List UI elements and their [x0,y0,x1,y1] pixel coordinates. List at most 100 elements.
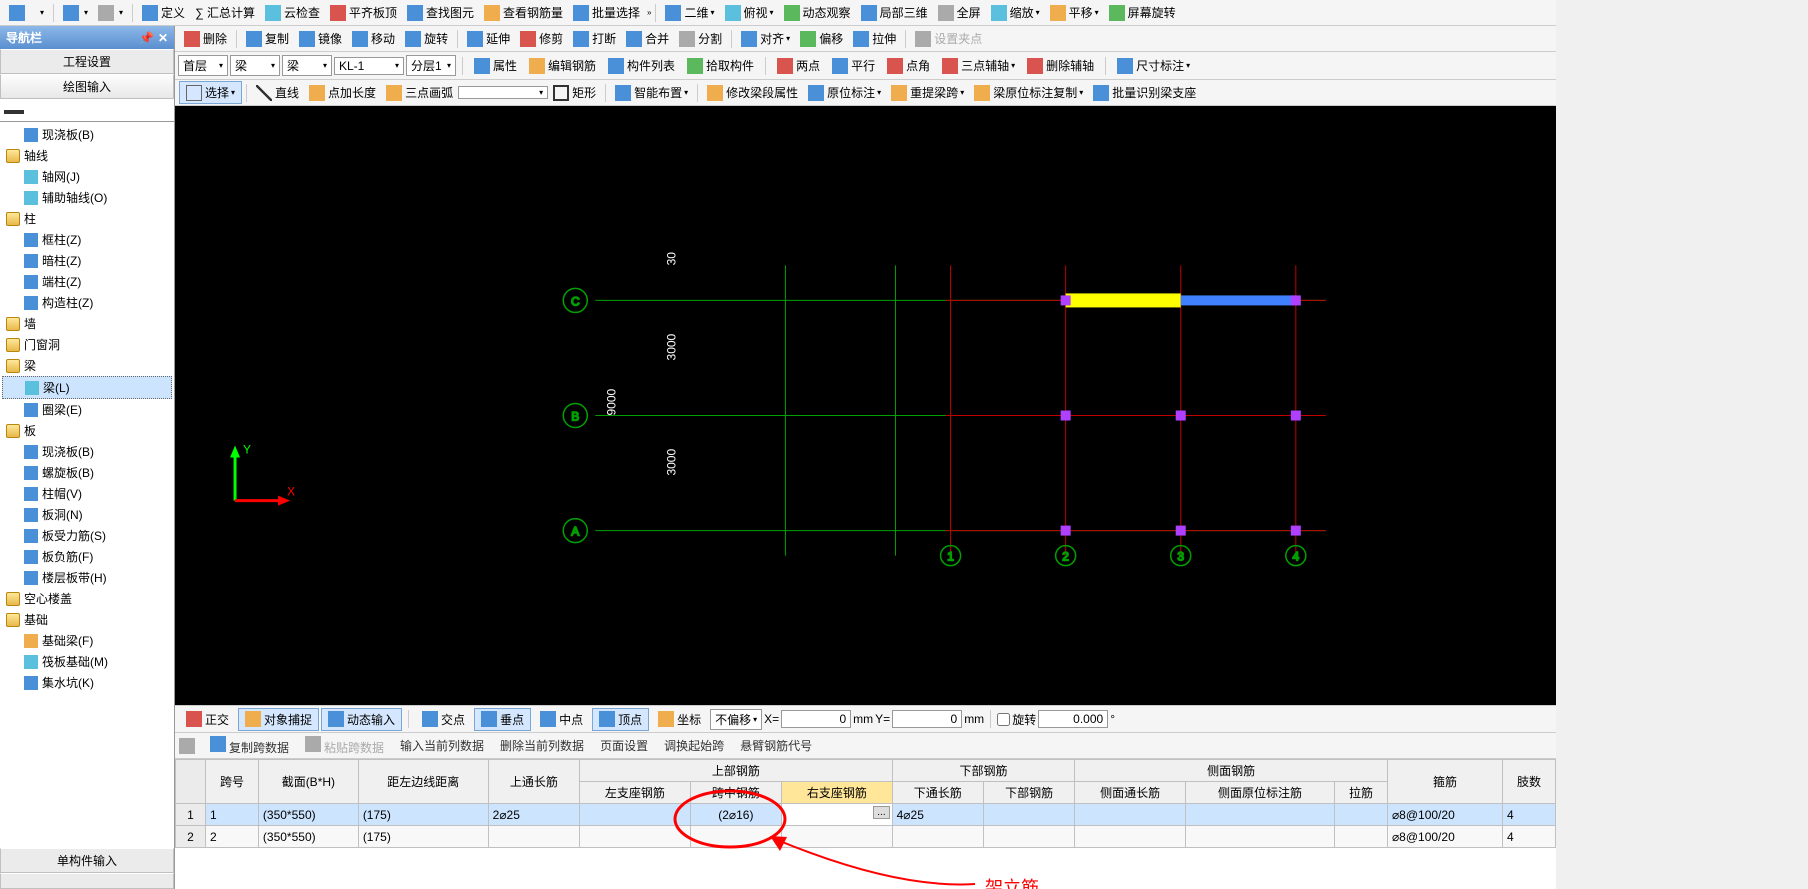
tree-item[interactable]: 梁 [2,355,172,376]
col-limb[interactable]: 肢数 [1503,760,1556,804]
type-select[interactable]: 梁▾ [282,55,332,76]
cell[interactable] [1185,804,1334,826]
floor-select[interactable]: 首层▾ [178,55,228,76]
col-upper-through[interactable]: 上通长筋 [488,760,579,804]
parallel-btn[interactable]: 平行 [828,55,879,76]
col-upper-group[interactable]: 上部钢筋 [580,760,893,782]
member-select[interactable]: KL-1▾ [334,57,404,75]
cell[interactable]: 1 [206,804,259,826]
offset-select[interactable]: 不偏移▾ [710,709,762,730]
insitu-label-btn[interactable]: 原位标注▾ [804,82,885,103]
align-btn[interactable]: 对齐▾ [737,28,794,49]
col-side-group[interactable]: 侧面钢筋 [1075,760,1388,782]
modify-beam-btn[interactable]: 修改梁段属性 [703,82,802,103]
redo-icon[interactable]: ▾ [94,3,127,23]
cell[interactable] [984,804,1075,826]
col-side-origin[interactable]: 侧面原位标注筋 [1185,782,1334,804]
cell[interactable] [1185,826,1334,848]
tree-item[interactable]: 螺旋板(B) [2,462,172,483]
cell[interactable] [1335,804,1388,826]
coord-btn[interactable]: 坐标 [651,708,708,731]
cell[interactable]: 4 [1503,826,1556,848]
cell[interactable] [690,826,781,848]
break-btn[interactable]: 打断 [569,28,620,49]
move-btn[interactable]: 移动 [348,28,399,49]
col-span[interactable]: 跨号 [206,760,259,804]
pin-icon[interactable]: 📌 [139,31,154,45]
dynamic-toggle[interactable]: 动态输入 [321,708,402,731]
close-icon[interactable]: ✕ [158,31,168,45]
col-lower-rebar[interactable]: 下部钢筋 [984,782,1075,804]
paste-span-btn[interactable]: 粘贴跨数据 [301,734,388,758]
cell-right-support[interactable] [782,804,893,826]
delete-col-btn[interactable]: 删除当前列数据 [496,735,588,756]
find-element-btn[interactable]: 查找图元 [403,2,478,23]
member-list-btn[interactable]: 构件列表 [604,55,679,76]
tree-item[interactable]: 板负筋(F) [2,546,172,567]
pan-btn[interactable]: 平移▾ [1046,2,1103,23]
orbit-btn[interactable]: 动态观察 [780,2,855,23]
cell[interactable]: ⌀8@100/20 [1387,804,1502,826]
table-row[interactable]: 22(350*550)(175)⌀8@100/204 [176,826,1556,848]
edit-rebar-btn[interactable]: 编辑钢筋 [525,55,600,76]
col-dist[interactable]: 距左边线距离 [358,760,488,804]
angle-input[interactable] [1038,710,1108,728]
tree-item[interactable]: 暗柱(Z) [2,250,172,271]
rotate-check[interactable] [997,713,1010,726]
cell[interactable] [984,826,1075,848]
pick-member-btn[interactable]: 拾取构件 [683,55,758,76]
more-1[interactable]: » [647,8,651,17]
tree-item[interactable]: 柱帽(V) [2,483,172,504]
local-3d-btn[interactable]: 局部三维 [857,2,932,23]
row-header[interactable]: 1 [176,804,206,826]
intersect-snap[interactable]: 交点 [415,708,472,731]
col-mid-span[interactable]: 跨中钢筋 [690,782,781,804]
tree-item[interactable]: 门窗洞 [2,334,172,355]
cell[interactable] [488,826,579,848]
tree-item[interactable]: 基础 [2,609,172,630]
copy-span-btn[interactable]: 复制跨数据 [206,734,293,758]
three-point-axis-btn[interactable]: 三点辅轴▾ [938,55,1019,76]
ortho-toggle[interactable]: 正交 [179,708,236,731]
cell[interactable]: 2 [206,826,259,848]
category-select[interactable]: 梁▾ [230,55,280,76]
tree-item[interactable]: 空心楼盖 [2,588,172,609]
tree-item[interactable]: 现浇板(B) [2,124,172,145]
trim-btn[interactable]: 修剪 [516,28,567,49]
col-section[interactable]: 截面(B*H) [258,760,358,804]
cell[interactable] [580,826,691,848]
arc-btn[interactable]: 三点画弧 [382,82,457,103]
cell[interactable]: 4⌀25 [892,804,983,826]
cell[interactable]: ⌀8@100/20 [1387,826,1502,848]
tree-item[interactable]: 构造柱(Z) [2,292,172,313]
page-setup-btn[interactable]: 页面设置 [596,735,652,756]
adjust-span-btn[interactable]: 调换起始跨 [660,735,728,756]
cell[interactable] [892,826,983,848]
sum-calc-btn[interactable]: ∑ 汇总计算 [191,2,259,23]
table-row[interactable]: 11(350*550)(175)2⌀25(2⌀16)4⌀25⌀8@100/204 [176,804,1556,826]
cantilever-btn[interactable]: 悬臂钢筋代号 [736,735,816,756]
delete-btn[interactable]: 删除 [180,28,231,49]
grip-btn[interactable]: 设置夹点 [911,28,986,49]
two-point-btn[interactable]: 两点 [773,55,824,76]
copy-btn[interactable]: 复制 [242,28,293,49]
batch-select-btn[interactable]: 批量选择 [569,2,644,23]
mid-snap[interactable]: 中点 [533,708,590,731]
split-btn[interactable]: 分割 [675,28,726,49]
delete-axis-btn[interactable]: 删除辅轴 [1023,55,1098,76]
tree-item[interactable]: 柱 [2,208,172,229]
drawing-viewport[interactable]: C B A 1 2 3 4 9000 3000 3000 30 [175,106,1556,705]
cell[interactable] [580,804,691,826]
save-icon[interactable] [5,3,32,23]
copy-insitu-btn[interactable]: 梁原位标注复制▾ [970,82,1087,103]
tree-item[interactable]: 辅助轴线(O) [2,187,172,208]
cell[interactable]: 2⌀25 [488,804,579,826]
tree-item[interactable]: 筏板基础(M) [2,651,172,672]
offset-btn[interactable]: 偏移 [796,28,847,49]
tree-item[interactable]: 端柱(Z) [2,271,172,292]
cell[interactable]: (350*550) [258,804,358,826]
save-dropdown[interactable]: ▾ [34,6,48,19]
cell[interactable] [782,826,893,848]
col-right-support[interactable]: 右支座钢筋 [782,782,893,804]
osnap-toggle[interactable]: 对象捕捉 [238,708,319,731]
